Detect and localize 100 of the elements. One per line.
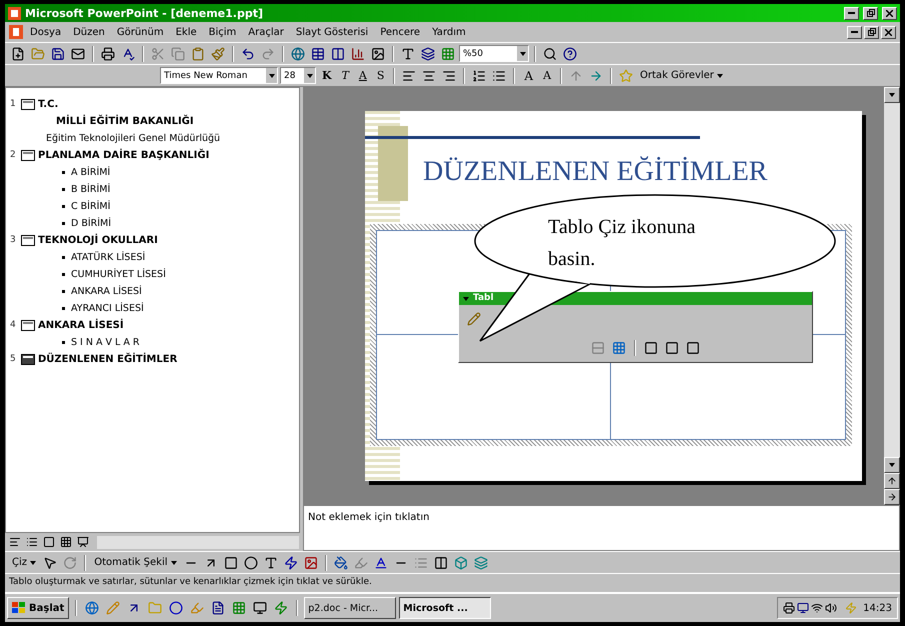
outline-text[interactable]: S I N A V L A R: [71, 334, 140, 351]
speaker-icon: [825, 602, 838, 614]
undo-icon[interactable]: [241, 46, 255, 60]
menu-item[interactable]: Yardım: [427, 24, 471, 40]
search-icon[interactable]: [543, 46, 557, 60]
spell-check-icon[interactable]: [121, 46, 135, 60]
slide-icon[interactable]: [21, 99, 35, 110]
outline-text[interactable]: ANKARA LİSESİ: [71, 283, 142, 300]
slide-title[interactable]: ANKARA LİSESİ: [38, 317, 124, 334]
font-color-icon[interactable]: [374, 556, 388, 570]
outline-text[interactable]: A BİRİMİ: [71, 164, 110, 181]
monitor-icon[interactable]: [253, 601, 268, 615]
rectangle-icon[interactable]: [224, 556, 238, 570]
autoshape-menu[interactable]: Otomatik Şekil: [91, 556, 180, 569]
restore-icon[interactable]: [866, 9, 874, 17]
menu-item[interactable]: Görünüm: [112, 24, 169, 40]
text-box-icon[interactable]: [264, 556, 278, 570]
bar-chart-icon[interactable]: [351, 46, 365, 60]
numbered-list-icon[interactable]: [472, 68, 486, 82]
clock: 14:23: [863, 602, 892, 614]
paintbrush-icon[interactable]: [211, 46, 225, 60]
restore-icon[interactable]: [868, 28, 876, 36]
star-icon[interactable]: [619, 68, 634, 82]
mail-icon[interactable]: [71, 46, 85, 60]
caret-icon: [30, 561, 36, 565]
slide-title[interactable]: PLANLAMA DAİRE BAŞKANLIĞI: [38, 147, 210, 164]
outline-text[interactable]: CUMHURİYET LİSESİ: [71, 266, 166, 283]
grid-icon[interactable]: [232, 601, 246, 615]
bullet-list-icon[interactable]: [492, 68, 506, 82]
menu-item[interactable]: Biçim: [204, 24, 242, 40]
circle-icon[interactable]: [169, 601, 184, 615]
outline-text[interactable]: AYRANCI LİSESİ: [71, 300, 144, 317]
grid-icon[interactable]: [612, 340, 626, 355]
bullet-icon: [62, 205, 65, 208]
format-button[interactable]: T: [338, 69, 353, 82]
zap-icon[interactable]: [274, 601, 288, 615]
table-icon[interactable]: [311, 46, 325, 60]
slide-number: 1: [10, 98, 17, 111]
globe-icon[interactable]: [85, 601, 100, 615]
outline-text[interactable]: ATATÜRK LİSESİ: [71, 249, 146, 266]
status-text: Tablo oluşturmak ve satırlar, sütunlar ve kenarlıklar çizmek için tıklat ve sürükle.: [9, 577, 372, 587]
printer-icon[interactable]: [101, 46, 115, 60]
slide-number: 2: [10, 149, 17, 162]
font-size-button[interactable]: A: [539, 69, 556, 82]
slide-title[interactable]: DÜZENLENEN EĞİTİMLER: [38, 351, 178, 368]
font-field[interactable]: Times New Roman: [160, 67, 278, 84]
picture-icon[interactable]: [304, 556, 318, 570]
align-center-icon[interactable]: [422, 68, 436, 82]
start-button[interactable]: Başlat: [7, 597, 70, 619]
align-left-icon[interactable]: [402, 68, 416, 82]
slide-number: 5: [10, 353, 17, 366]
outline-text[interactable]: Eğitim Teknolojileri Genel Müdürlüğü: [46, 130, 220, 147]
zoom-field[interactable]: %50: [459, 45, 529, 62]
horizontal-scrollbar[interactable]: [96, 534, 300, 550]
oval-icon[interactable]: [244, 556, 258, 570]
pointer-icon[interactable]: [43, 556, 58, 570]
task-button[interactable]: p2.doc - Micr...: [304, 597, 396, 619]
slide-icon[interactable]: [21, 150, 35, 161]
format-button[interactable]: S: [372, 69, 388, 82]
slide-icon[interactable]: [21, 354, 35, 365]
menu-item[interactable]: Pencere: [375, 24, 426, 40]
menu-item[interactable]: Düzen: [68, 24, 110, 40]
tasks-menu[interactable]: Ortak Görevler: [637, 69, 726, 82]
menu-item[interactable]: Araçlar: [243, 24, 289, 40]
align-right-icon[interactable]: [442, 68, 456, 82]
menu-item[interactable]: Ekle: [170, 24, 202, 40]
outline-text[interactable]: B BİRİMİ: [71, 181, 110, 198]
image-icon[interactable]: [371, 46, 385, 60]
close-icon[interactable]: [886, 10, 893, 16]
text-icon[interactable]: [401, 46, 415, 60]
task-button[interactable]: Microsoft ...: [399, 597, 492, 619]
menu-item[interactable]: Slayt Gösterisi: [290, 24, 374, 40]
previous-slide-icon[interactable]: [887, 476, 897, 486]
clipboard-icon[interactable]: [191, 46, 205, 60]
help-icon[interactable]: [563, 46, 577, 60]
next-slide-icon[interactable]: [887, 492, 897, 502]
new-document-icon[interactable]: [11, 46, 25, 60]
notes-field[interactable]: Not eklemek için tıklatın: [303, 505, 900, 551]
layers-icon[interactable]: [421, 46, 435, 60]
document-icon[interactable]: [9, 25, 23, 39]
menu-item[interactable]: Dosya: [25, 24, 66, 40]
font-size-field[interactable]: 28: [280, 67, 316, 84]
grid-icon[interactable]: [441, 46, 455, 60]
format-button[interactable]: K: [318, 69, 336, 82]
format-button[interactable]: A: [354, 69, 371, 82]
outline-text[interactable]: C BİRİMİ: [71, 198, 110, 215]
slide-icon[interactable]: [21, 235, 35, 246]
slide-title[interactable]: TEKNOLOJİ OKULLARI: [38, 232, 158, 249]
slide-icon[interactable]: [21, 320, 35, 331]
document-icon[interactable]: [211, 601, 226, 615]
slide-title[interactable]: T.C.: [38, 96, 194, 113]
columns-icon[interactable]: [331, 46, 345, 60]
draw-menu[interactable]: Çiz: [9, 556, 40, 569]
close-icon[interactable]: [885, 28, 892, 36]
font-size-button[interactable]: A: [520, 68, 538, 82]
pencil-icon[interactable]: [467, 312, 481, 326]
globe-icon[interactable]: [291, 46, 305, 60]
outline-text[interactable]: D BİRİMİ: [71, 215, 112, 232]
slide-title[interactable]: MİLLİ EĞİTİM BAKANLIĞI: [38, 113, 194, 130]
paint-bucket-icon[interactable]: [334, 556, 348, 570]
